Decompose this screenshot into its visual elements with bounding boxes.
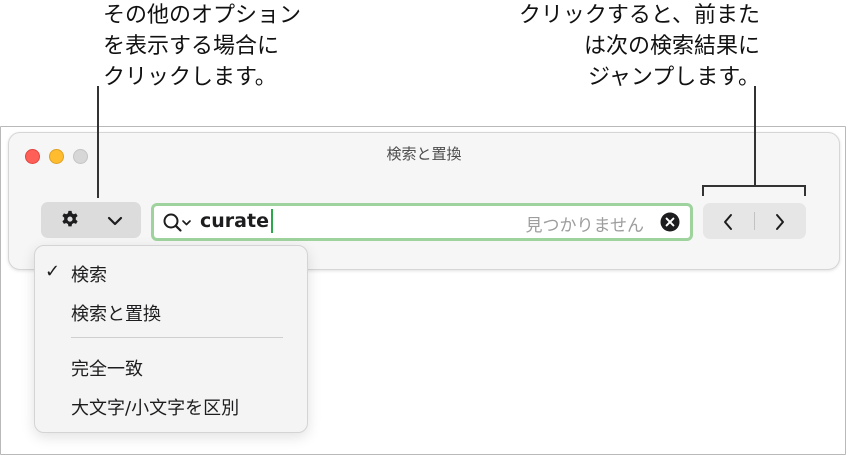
navigation-bracket-top [702,185,806,187]
menu-item-find[interactable]: 検索 [71,261,107,287]
search-input[interactable]: curate [200,209,273,233]
navigation-bracket-left [702,185,704,196]
window-title: 検索と置換 [386,145,462,163]
clear-icon[interactable] [660,212,680,236]
search-status: 見つかりません [525,216,645,236]
search-input-text: curate [200,210,269,232]
options-dropdown-menu: ✓ 検索 検索と置換 完全一致 大文字/小文字を区別 [34,245,308,433]
result-navigation [703,203,806,239]
text-caret [270,209,273,233]
options-menu-button[interactable] [41,202,141,238]
callout-left-leader [97,86,99,198]
menu-item-find-replace[interactable]: 検索と置換 [71,300,161,326]
chevron-down-icon [107,213,123,232]
callout-options: その他のオプション を表示する場合に クリックします。 [103,3,302,90]
callout-right-leader [754,86,756,186]
callout-navigation: クリックすると、前また は次の検索結果に ジャンプします。 [518,3,760,90]
navigation-bracket-right [804,185,806,196]
search-field[interactable]: curate 見つかりません [151,203,693,241]
menu-item-whole-words[interactable]: 完全一致 [71,355,143,381]
previous-result-button[interactable] [703,203,754,239]
menu-separator [71,337,283,338]
menu-checkmark: ✓ [45,261,61,282]
gear-icon [59,209,81,235]
magnifier-icon[interactable] [162,212,194,238]
next-result-button[interactable] [755,203,806,239]
chevron-right-icon [776,214,784,230]
menu-item-match-case[interactable]: 大文字/小文字を区別 [71,394,239,420]
chevron-left-icon [724,214,732,230]
